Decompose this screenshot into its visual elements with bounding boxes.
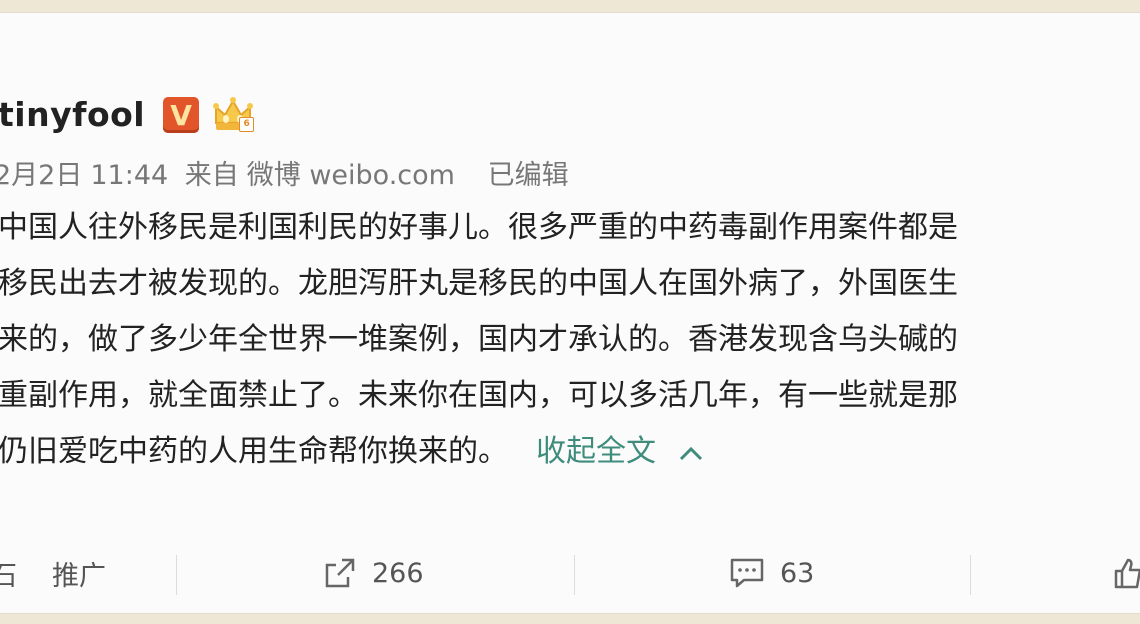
like-button[interactable]	[1112, 533, 1140, 613]
post-date: 2月2日	[0, 160, 83, 191]
verified-badge[interactable]: V	[163, 97, 200, 133]
comment-icon	[730, 558, 764, 588]
source-prefix: 来自	[184, 160, 239, 191]
divider	[574, 555, 575, 595]
post-content: 中国人往外移民是利国利民的好事儿。很多严重的中药毒副作用案件都是 移民出去才被发…	[0, 200, 1140, 480]
content-line: 来的，做了多少年全世界一堆案例，国内才承认的。香港发现含乌头碱的	[0, 322, 958, 357]
weibo-post-card: tinyfool V 6 2月2日 11:44 来自 微博 weibo.com 已编…	[0, 12, 1140, 614]
repost-icon	[325, 558, 355, 588]
edited-label[interactable]: 已编辑	[488, 160, 569, 191]
collapse-fulltext-link[interactable]: 收起全文	[536, 434, 704, 469]
content-line-last: 仍旧爱吃中药的人用生命帮你换来的。 收起全文	[0, 424, 1140, 480]
comment-count: 63	[780, 557, 815, 589]
edge-text: 石	[0, 554, 17, 593]
content-line-text: 仍旧爱吃中药的人用生命帮你换来的。	[0, 434, 508, 469]
repost-button[interactable]: 266	[322, 533, 424, 613]
post-time: 11:44	[90, 160, 169, 191]
promote-label: 推广	[52, 560, 106, 592]
collapse-label: 收起全文	[536, 434, 656, 469]
content-line: 中国人往外移民是利国利民的好事儿。很多严重的中药毒副作用案件都是	[0, 210, 958, 245]
divider	[176, 555, 177, 595]
content-line: 移民出去才被发现的。龙胆泻肝丸是移民的中国人在国外病了，外国医生	[0, 266, 958, 301]
source-link[interactable]: 微博 weibo.com	[247, 160, 455, 191]
post-action-bar: 石 推广 266 63	[0, 533, 1140, 613]
divider	[970, 555, 971, 595]
post-header: tinyfool V 6	[0, 93, 255, 137]
vip-level-badge: 6	[239, 117, 255, 132]
repost-count: 266	[372, 557, 424, 589]
comment-button[interactable]: 63	[728, 533, 814, 613]
username[interactable]: tinyfool	[0, 93, 145, 137]
vip-crown-icon[interactable]: 6	[211, 93, 255, 137]
edge-action-fragment: 石	[0, 533, 17, 613]
post-meta: 2月2日 11:44 来自 微博 weibo.com 已编辑	[0, 156, 577, 196]
promote-button[interactable]: 推广	[52, 533, 106, 613]
chevron-up-icon	[678, 425, 704, 481]
thumbs-up-icon	[1114, 558, 1140, 589]
content-line: 重副作用，就全面禁止了。未来你在国内，可以多活几年，有一些就是那	[0, 378, 958, 413]
